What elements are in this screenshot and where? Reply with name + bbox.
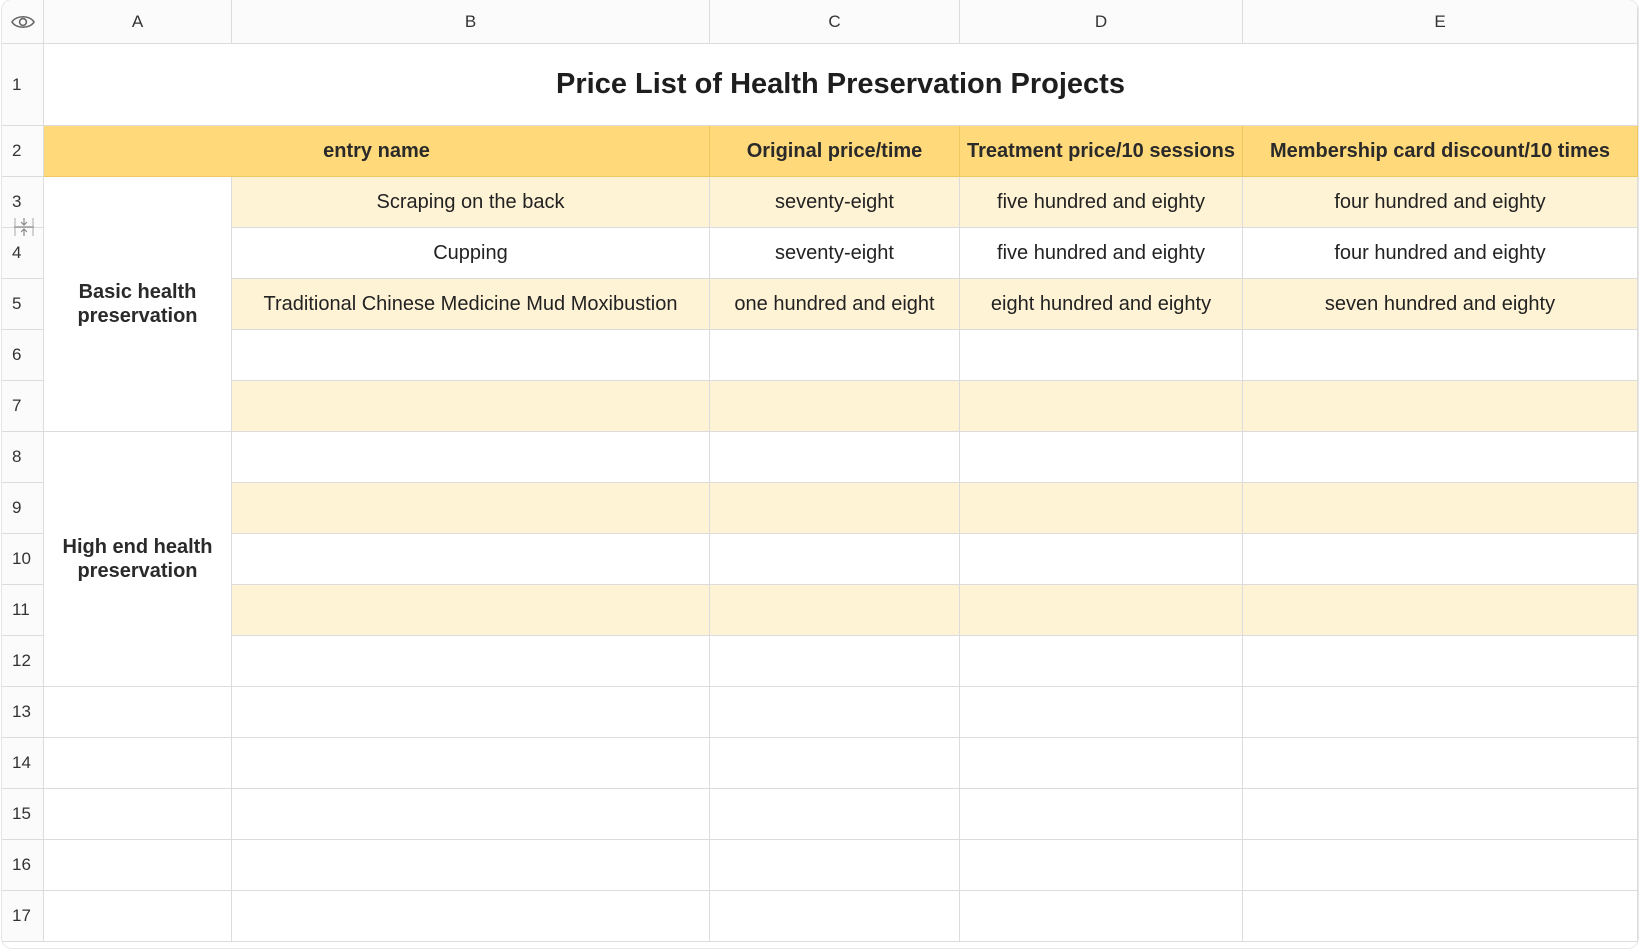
cell-b5[interactable]: Traditional Chinese Medicine Mud Moxibus… (232, 279, 710, 330)
cell-d6[interactable] (960, 330, 1243, 381)
cell-d8[interactable] (960, 432, 1243, 483)
row-header-5[interactable]: 5 (2, 279, 44, 330)
row-header-14[interactable]: 14 (2, 738, 44, 789)
cell-d15[interactable] (960, 789, 1243, 840)
cell-a14[interactable] (44, 738, 232, 789)
cell-b7[interactable] (232, 381, 710, 432)
cell-c7[interactable] (710, 381, 960, 432)
cell-e12[interactable] (1243, 636, 1638, 687)
cell-d17[interactable] (960, 891, 1243, 942)
row-header-7[interactable]: 7 (2, 381, 44, 432)
cell-b13[interactable] (232, 687, 710, 738)
cell-b3[interactable]: Scraping on the back (232, 177, 710, 228)
cell-e10[interactable] (1243, 534, 1638, 585)
cell-c3[interactable]: seventy-eight (710, 177, 960, 228)
cell-c17[interactable] (710, 891, 960, 942)
header-treatment-price[interactable]: Treatment price/10 sessions (960, 126, 1243, 177)
column-header-a[interactable]: A (44, 0, 232, 44)
cell-e13[interactable] (1243, 687, 1638, 738)
cell-e17[interactable] (1243, 891, 1638, 942)
cell-a17[interactable] (44, 891, 232, 942)
cell-e9[interactable] (1243, 483, 1638, 534)
cell-b16[interactable] (232, 840, 710, 891)
cell-c14[interactable] (710, 738, 960, 789)
cell-a15[interactable] (44, 789, 232, 840)
group-basic-health[interactable]: Basic health preservation (44, 177, 232, 432)
row-header-2[interactable]: 2 (2, 126, 44, 177)
cell-c13[interactable] (710, 687, 960, 738)
cell-d10[interactable] (960, 534, 1243, 585)
cell-b15[interactable] (232, 789, 710, 840)
cell-d9[interactable] (960, 483, 1243, 534)
cell-b8[interactable] (232, 432, 710, 483)
cell-a16[interactable] (44, 840, 232, 891)
cell-d12[interactable] (960, 636, 1243, 687)
header-original-price[interactable]: Original price/time (710, 126, 960, 177)
sheet-title[interactable]: Price List of Health Preservation Projec… (44, 44, 1638, 126)
cell-e11[interactable] (1243, 585, 1638, 636)
row-header-1[interactable]: 1 (2, 44, 44, 126)
cell-c5[interactable]: one hundred and eight (710, 279, 960, 330)
cell-d3[interactable]: five hundred and eighty (960, 177, 1243, 228)
cell-e5[interactable]: seven hundred and eighty (1243, 279, 1638, 330)
cell-a13[interactable] (44, 687, 232, 738)
row-header-6[interactable]: 6 (2, 330, 44, 381)
row-header-16[interactable]: 16 (2, 840, 44, 891)
column-header-e[interactable]: E (1243, 0, 1638, 44)
column-header-b[interactable]: B (232, 0, 710, 44)
spreadsheet: A B C D E 1 2 3 4 5 6 7 8 9 10 11 12 13 … (2, 0, 1638, 948)
row-header-11[interactable]: 11 (2, 585, 44, 636)
cell-d14[interactable] (960, 738, 1243, 789)
cell-c8[interactable] (710, 432, 960, 483)
cell-b4[interactable]: Cupping (232, 228, 710, 279)
cell-e3[interactable]: four hundred and eighty (1243, 177, 1638, 228)
cell-e7[interactable] (1243, 381, 1638, 432)
cell-d13[interactable] (960, 687, 1243, 738)
cell-e4[interactable]: four hundred and eighty (1243, 228, 1638, 279)
column-header-d[interactable]: D (960, 0, 1243, 44)
cell-b12[interactable] (232, 636, 710, 687)
row-header-13[interactable]: 13 (2, 687, 44, 738)
row-resize-icon[interactable] (12, 215, 36, 239)
eye-icon[interactable] (10, 9, 36, 35)
cell-c6[interactable] (710, 330, 960, 381)
cell-c4[interactable]: seventy-eight (710, 228, 960, 279)
row-header-10[interactable]: 10 (2, 534, 44, 585)
cell-d11[interactable] (960, 585, 1243, 636)
cell-b14[interactable] (232, 738, 710, 789)
cell-c10[interactable] (710, 534, 960, 585)
cell-d7[interactable] (960, 381, 1243, 432)
cell-c15[interactable] (710, 789, 960, 840)
cell-e16[interactable] (1243, 840, 1638, 891)
cell-b10[interactable] (232, 534, 710, 585)
cell-e14[interactable] (1243, 738, 1638, 789)
row-header-15[interactable]: 15 (2, 789, 44, 840)
cell-c9[interactable] (710, 483, 960, 534)
row-header-8[interactable]: 8 (2, 432, 44, 483)
cell-e6[interactable] (1243, 330, 1638, 381)
header-membership-discount[interactable]: Membership card discount/10 times (1243, 126, 1638, 177)
cell-e15[interactable] (1243, 789, 1638, 840)
column-header-c[interactable]: C (710, 0, 960, 44)
group-high-end-health[interactable]: High end health preservation (44, 432, 232, 687)
cell-d4[interactable]: five hundred and eighty (960, 228, 1243, 279)
cell-c11[interactable] (710, 585, 960, 636)
row-header-12[interactable]: 12 (2, 636, 44, 687)
cell-d5[interactable]: eight hundred and eighty (960, 279, 1243, 330)
cell-b6[interactable] (232, 330, 710, 381)
row-header-9[interactable]: 9 (2, 483, 44, 534)
cell-b17[interactable] (232, 891, 710, 942)
cell-d16[interactable] (960, 840, 1243, 891)
header-entry-name[interactable]: entry name (44, 126, 710, 177)
cell-c16[interactable] (710, 840, 960, 891)
select-all-corner[interactable] (2, 0, 44, 44)
cell-b11[interactable] (232, 585, 710, 636)
cell-b9[interactable] (232, 483, 710, 534)
cell-e8[interactable] (1243, 432, 1638, 483)
row-header-17[interactable]: 17 (2, 891, 44, 942)
cell-c12[interactable] (710, 636, 960, 687)
